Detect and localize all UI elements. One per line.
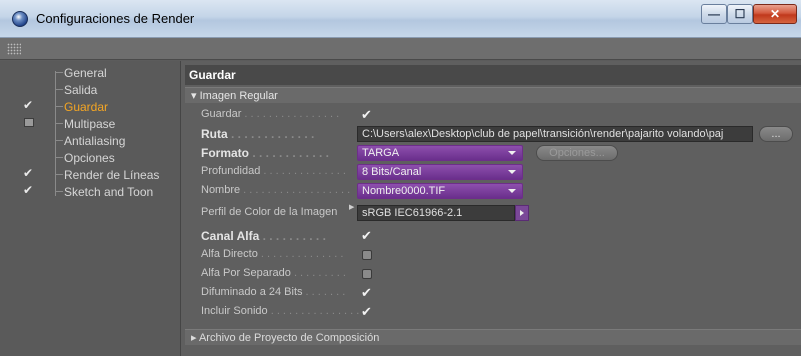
perfil-label: Perfil de Color de la Imagen — [201, 206, 338, 218]
difuminado-checkbox[interactable]: ✔ — [361, 286, 374, 299]
sidebar-item-label: General — [64, 66, 107, 80]
guardar-label: Guardar . . . . . . . . . . . . . . . . — [201, 108, 340, 120]
difuminado-label: Difuminado a 24 Bits . . . . . . . — [201, 286, 346, 298]
minimize-button[interactable]: — — [701, 4, 727, 24]
sidebar-item-antialiasing[interactable]: Antialiasing — [0, 132, 181, 148]
alfa-separado-checkbox[interactable] — [362, 269, 372, 279]
checkbox-unchecked[interactable] — [24, 118, 34, 127]
incluir-sonido-label: Incluir Sonido . . . . . . . . . . . . .… — [201, 305, 360, 317]
sidebar-item-general[interactable]: General — [0, 64, 181, 80]
window-title: Configuraciones de Render — [36, 11, 195, 26]
nombre-dropdown[interactable]: Nombre0000.TIF — [357, 183, 523, 199]
profundidad-dropdown[interactable]: 8 Bits/Canal — [357, 164, 523, 180]
panel-title: Guardar — [185, 65, 801, 85]
sidebar-item-label: Salida — [64, 83, 98, 97]
row-incluir-sonido: Incluir Sonido . . . . . . . . . . . . .… — [201, 303, 801, 321]
sidebar-item-opciones[interactable]: Opciones — [0, 149, 181, 165]
ruta-label: Ruta . . . . . . . . . . . . . — [201, 127, 315, 141]
sidebar-item-label: Opciones — [64, 151, 115, 165]
row-nombre: Nombre . . . . . . . . . . . . . . . . .… — [201, 182, 801, 200]
sidebar-item-label: Antialiasing — [64, 134, 126, 148]
chevron-down-icon — [508, 170, 516, 174]
toolbar — [0, 38, 801, 60]
checkmark-icon[interactable]: ✔ — [23, 167, 36, 179]
checkmark-icon[interactable]: ✔ — [23, 184, 36, 196]
checkmark-icon[interactable]: ✔ — [23, 99, 36, 111]
incluir-sonido-checkbox[interactable]: ✔ — [361, 305, 374, 318]
ruta-input[interactable]: C:\Users\alex\Desktop\club de papel\tran… — [357, 126, 753, 142]
nombre-label: Nombre . . . . . . . . . . . . . . . . .… — [201, 184, 351, 196]
guardar-checkbox[interactable]: ✔ — [361, 108, 374, 121]
maximize-button[interactable]: ☐ — [727, 4, 753, 24]
sidebar: General Salida ✔ Guardar Multipase Antia… — [0, 61, 181, 356]
browse-button[interactable]: ... — [759, 126, 793, 142]
sidebar-item-sketch-toon[interactable]: ✔ Sketch and Toon — [0, 183, 181, 199]
group-imagen-regular[interactable]: ▾ Imagen Regular — [185, 87, 801, 103]
opciones-button[interactable]: Opciones... — [536, 145, 618, 161]
sidebar-item-label: Render de Líneas — [64, 168, 160, 182]
alfa-directo-label: Alfa Directo . . . . . . . . . . . . . . — [201, 248, 344, 260]
row-canal-alfa: Canal Alfa . . . . . . . . . . ✔ — [201, 227, 801, 245]
sidebar-item-label: Sketch and Toon — [64, 185, 154, 199]
sidebar-item-label: Guardar — [64, 100, 109, 114]
app-icon — [12, 11, 28, 27]
chevron-right-icon[interactable] — [515, 205, 529, 221]
formato-dropdown[interactable]: TARGA — [357, 145, 523, 161]
sidebar-item-multipase[interactable]: Multipase — [0, 115, 181, 131]
row-difuminado: Difuminado a 24 Bits . . . . . . . ✔ — [201, 284, 801, 302]
triangle-icon: ▶ — [349, 204, 355, 211]
drag-grip-icon[interactable] — [7, 43, 21, 55]
chevron-down-icon — [508, 151, 516, 155]
row-profundidad: Profundidad . . . . . . . . . . . . . . … — [201, 163, 801, 181]
sidebar-item-render-lineas[interactable]: ✔ Render de Líneas — [0, 166, 181, 182]
row-alfa-directo: Alfa Directo . . . . . . . . . . . . . . — [201, 246, 801, 264]
row-perfil-color: Perfil de Color de la Imagen ▶ sRGB IEC6… — [201, 204, 801, 222]
group-archivo-proyecto[interactable]: ▸ Archivo de Proyecto de Composición — [185, 329, 801, 345]
alfa-separado-label: Alfa Por Separado . . . . . . . . . — [201, 267, 346, 279]
profundidad-label: Profundidad . . . . . . . . . . . . . . — [201, 165, 346, 177]
sidebar-item-salida[interactable]: Salida — [0, 81, 181, 97]
formato-label: Formato . . . . . . . . . . . . — [201, 146, 330, 160]
sidebar-item-label: Multipase — [64, 117, 116, 131]
row-ruta: Ruta . . . . . . . . . . . . . C:\Users\… — [201, 125, 801, 143]
row-alfa-separado: Alfa Por Separado . . . . . . . . . — [201, 265, 801, 283]
row-guardar: Guardar . . . . . . . . . . . . . . . . … — [201, 106, 801, 124]
canal-alfa-checkbox[interactable]: ✔ — [361, 229, 374, 242]
sidebar-item-guardar[interactable]: ✔ Guardar — [0, 98, 181, 114]
close-button[interactable]: ✕ — [753, 4, 797, 24]
alfa-directo-checkbox[interactable] — [362, 250, 372, 260]
main-panel: Guardar ▾ Imagen Regular Guardar . . . .… — [181, 61, 801, 356]
perfil-field[interactable]: sRGB IEC61966-2.1 — [357, 205, 515, 221]
chevron-down-icon — [508, 189, 516, 193]
row-formato: Formato . . . . . . . . . . . . TARGA Op… — [201, 144, 801, 162]
canal-alfa-label: Canal Alfa . . . . . . . . . . — [201, 229, 326, 243]
